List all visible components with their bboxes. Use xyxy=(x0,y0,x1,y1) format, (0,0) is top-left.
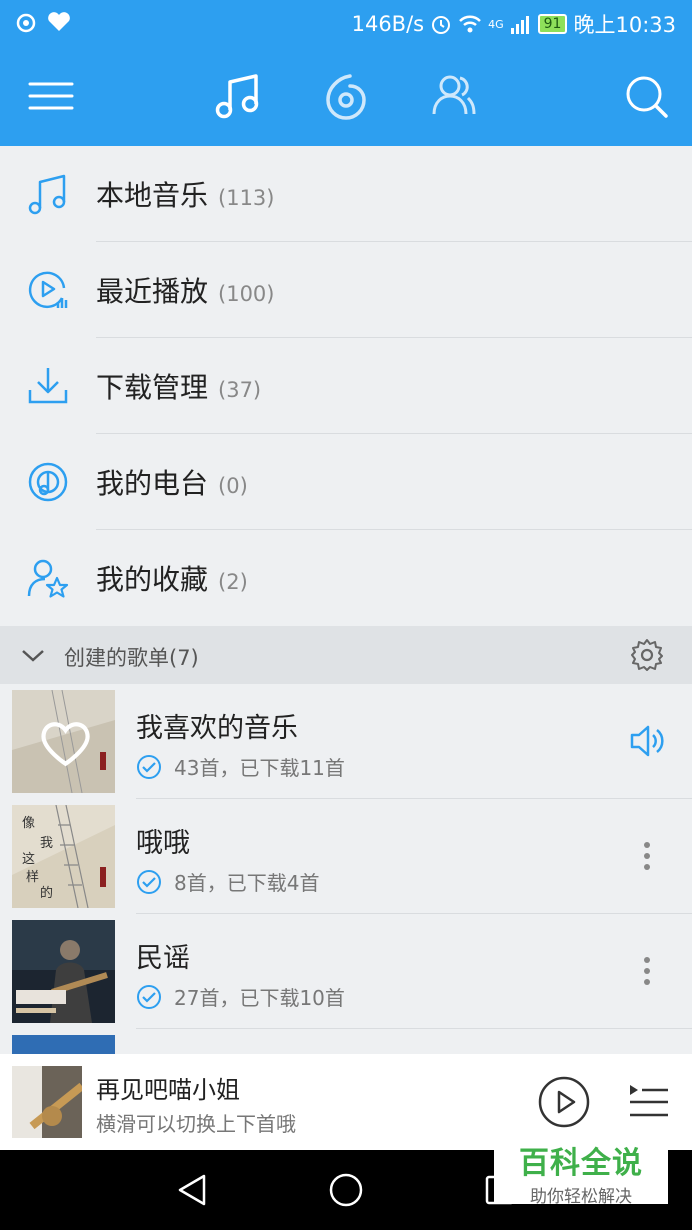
chevron-down-icon[interactable] xyxy=(20,643,46,667)
network-type: 4G xyxy=(488,17,504,31)
playlist-name: 民谣 xyxy=(136,943,190,974)
svg-text:这: 这 xyxy=(22,851,35,867)
recent-play-icon xyxy=(28,271,68,308)
app-header: 146B/s 4G 91 晚上10:33 xyxy=(0,0,692,146)
clock: 晚上10:33 xyxy=(573,13,676,37)
playlist-item[interactable] xyxy=(0,1029,692,1054)
playlist-cover xyxy=(12,690,115,793)
playlist-cover xyxy=(12,1035,115,1054)
netease-radio-icon[interactable] xyxy=(320,70,372,122)
menu-item-my-radio[interactable]: 我的电台 (0) xyxy=(0,434,692,530)
menu-label: 本地音乐 (113) xyxy=(96,179,275,212)
friends-icon[interactable] xyxy=(428,70,480,122)
playlist-info: 8首，已下载4首 xyxy=(136,867,319,896)
status-bar: 146B/s 4G 91 晚上10:33 xyxy=(0,0,692,46)
watermark-subtitle: 助你轻松解决 xyxy=(530,1187,632,1207)
downloaded-check-icon xyxy=(137,869,161,894)
playlist-name: 哦哦 xyxy=(136,828,190,859)
top-nav xyxy=(0,46,692,146)
menu-count: (0) xyxy=(218,474,248,498)
menu-count: (37) xyxy=(218,378,262,402)
svg-text:的: 的 xyxy=(40,885,53,901)
radio-icon xyxy=(28,462,68,502)
netease-status-icon xyxy=(16,13,36,33)
downloaded-check-icon xyxy=(137,984,161,1009)
now-playing-cover xyxy=(12,1066,82,1138)
network-speed: 146B/s xyxy=(351,12,425,36)
music-note-icon[interactable] xyxy=(212,70,264,122)
gear-icon[interactable] xyxy=(630,638,664,672)
now-playing-title: 再见吧喵小姐 xyxy=(96,1076,240,1104)
menu-label: 最近播放 (100) xyxy=(96,275,275,308)
back-icon[interactable] xyxy=(174,1172,210,1208)
menu-count: (100) xyxy=(218,282,275,306)
playlist-item[interactable]: 民谣 27首，已下载10首 xyxy=(0,914,692,1029)
now-playing-hint: 横滑可以切换上下首哦 xyxy=(96,1112,296,1136)
play-icon[interactable] xyxy=(538,1076,590,1128)
menu-count: (113) xyxy=(218,186,275,210)
search-icon[interactable] xyxy=(620,70,672,122)
playlist-item[interactable]: 我喜欢的音乐 43首，已下载11首 xyxy=(0,684,692,799)
wifi-icon xyxy=(459,15,482,33)
more-icon[interactable] xyxy=(628,952,666,990)
my-music-menu: 本地音乐 (113) 最近播放 (100) 下载管理 (37) 我的电台 (0) 我的收… xyxy=(0,146,692,626)
playlist-queue-icon[interactable] xyxy=(628,1082,670,1120)
downloaded-check-icon xyxy=(137,754,161,779)
home-icon[interactable] xyxy=(328,1172,364,1208)
menu-item-download[interactable]: 下载管理 (37) xyxy=(0,338,692,434)
menu-item-favorites[interactable]: 我的收藏 (2) xyxy=(0,530,692,626)
menu-label: 下载管理 (37) xyxy=(96,371,262,404)
battery-indicator: 91 xyxy=(537,14,568,34)
created-playlists-header[interactable]: 创建的歌单(7) xyxy=(0,626,692,684)
favorite-user-icon xyxy=(27,559,69,598)
download-icon xyxy=(28,368,68,404)
playlist-name: 我喜欢的音乐 xyxy=(136,713,298,744)
playlist-cover xyxy=(12,920,115,1023)
watermark-title: 百科全说 xyxy=(519,1146,643,1181)
menu-label: 我的收藏 (2) xyxy=(96,563,248,596)
svg-text:我: 我 xyxy=(40,836,53,851)
menu-label: 我的电台 (0) xyxy=(96,467,248,500)
menu-icon[interactable] xyxy=(26,70,78,122)
menu-item-recent-play[interactable]: 最近播放 (100) xyxy=(0,242,692,338)
svg-text:样: 样 xyxy=(26,870,39,885)
menu-count: (2) xyxy=(218,570,248,594)
playlist-item[interactable]: 像 我 这 样 的 哦哦 8首，已下载4首 xyxy=(0,799,692,914)
playlist-info: 27首，已下载10首 xyxy=(136,982,345,1011)
playlist-info: 43首，已下载11首 xyxy=(136,752,345,781)
signal-icon xyxy=(510,16,529,34)
menu-item-local-music[interactable]: 本地音乐 (113) xyxy=(0,146,692,242)
speaker-icon[interactable] xyxy=(628,722,666,760)
health-heart-icon xyxy=(48,12,70,31)
playlist-cover: 像 我 这 样 的 xyxy=(12,805,115,908)
music-note-icon xyxy=(28,174,66,215)
svg-text:像: 像 xyxy=(22,816,35,831)
section-title: 创建的歌单(7) xyxy=(64,646,199,670)
alarm-icon xyxy=(432,16,451,34)
watermark: 百科全说 助你轻松解决 xyxy=(494,1134,668,1207)
more-icon[interactable] xyxy=(628,837,666,875)
